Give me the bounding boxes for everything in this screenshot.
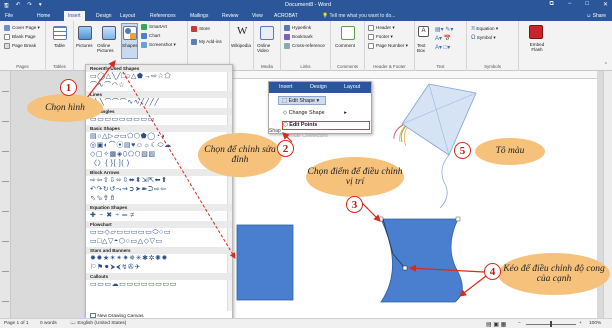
status-bar: Page 1 of 1 0 words 📖 English (United St… <box>0 318 612 328</box>
zoom-level[interactable]: 100% <box>589 321 601 326</box>
equation-shapes-row[interactable]: ✚ − ✖ ÷ ═ ≠ <box>90 211 230 220</box>
stars-row-1[interactable]: ✸✹★✶✴✷✵✳✱✲✺✹ <box>90 254 230 263</box>
drawing-tools-tabs: Insert Design Layout <box>269 82 371 93</box>
lines-row[interactable]: ╲╲╲⌒⌒⌒∿∿╱╱╱╱ <box>90 98 230 107</box>
recent-shapes-row[interactable]: ▭◯△╲╱□○△⬟→⇨☆⬠ <box>90 72 230 81</box>
step-number-4: 4 <box>484 263 501 280</box>
section-callouts: Callouts <box>86 273 232 280</box>
proofing-icon: 📖 <box>70 321 76 326</box>
word-count[interactable]: 0 words <box>40 321 57 326</box>
edit-points-icon: ⬡ <box>283 122 288 128</box>
block-arrows-row-3[interactable]: ⬁⬂⇮⇯ <box>90 194 230 203</box>
section-basic-shapes: Basic Shapes <box>86 125 232 132</box>
zoom-out-button[interactable]: − <box>518 321 521 326</box>
stars-row-2[interactable]: ⚐⚑⚫⮞⮜↯✇✈ <box>90 263 230 272</box>
page-count[interactable]: Page 1 of 1 <box>4 321 29 326</box>
view-buttons[interactable]: ▤ ▣ ▦ <box>486 321 506 328</box>
kite-tail-line <box>439 154 450 209</box>
shapes-gallery: Recently Used Shapes ▭◯△╲╱□○△⬟→⇨☆⬠ ⌒∿⌒◠☆… <box>85 64 233 323</box>
tab-layout-drawing[interactable]: Layout <box>344 84 360 90</box>
block-arrows-row-1[interactable]: ⇨⇦⇧⇩⬄⇳⬌⬍⇲⇱⬅⬆ <box>90 176 230 185</box>
change-shape-item[interactable]: ◇ Change Shape ▸ <box>283 110 347 116</box>
step-number-5: 5 <box>454 142 471 159</box>
callouts-row[interactable]: ▭▭▭☁▭▭▭▭▭▭▭▭ <box>90 280 230 289</box>
flowchart-row-2[interactable]: ▭□△▽◓⬡○▭△◇▽▭ <box>90 237 230 246</box>
flowchart-row-1[interactable]: ▭▭◇▱▭▭▭▭▭⬭○▭ <box>90 228 230 237</box>
step-number-2: 2 <box>277 140 294 157</box>
edit-shape-dropdown[interactable]: ⬚ Edit Shape ▾ <box>278 96 326 105</box>
section-flowchart: Flowchart <box>86 221 232 228</box>
recent-shapes-row-2[interactable]: ⌒∿⌒◠☆ <box>90 81 230 90</box>
zoom-slider-thumb[interactable] <box>550 321 552 327</box>
tab-design-drawing[interactable]: Design <box>310 84 327 90</box>
language-indicator[interactable]: 📖 English (United States) <box>70 321 126 326</box>
shape-styles-label: Shap <box>269 128 281 134</box>
shape-vertex-handle[interactable] <box>455 216 461 222</box>
rectangles-row[interactable]: ▭▭▭▭▭▭▭▭▭ <box>90 115 230 124</box>
kite-ribbon-pink <box>393 124 404 140</box>
section-stars-banners: Stars and Banners <box>86 247 232 254</box>
section-rectangles: Rectangles <box>86 108 232 115</box>
shape-vertex-handle[interactable] <box>378 216 384 222</box>
edited-curved-shape[interactable] <box>380 218 463 303</box>
tab-insert-drawing[interactable]: Insert <box>279 84 292 90</box>
section-lines: Lines <box>86 91 232 98</box>
submenu-arrow-icon: ▸ <box>344 110 347 116</box>
step-number-3: 3 <box>346 196 363 213</box>
change-shape-icon: ◇ <box>283 110 288 116</box>
callout-fill-color: Tô màu <box>475 138 545 165</box>
edit-shape-menu: Insert Design Layout ⬚ Edit Shape ▾ ◇ Ch… <box>268 81 372 139</box>
section-equation-shapes: Equation Shapes <box>86 204 232 211</box>
edit-shape-icon: ⬚ <box>282 98 288 104</box>
zoom-in-button[interactable]: + <box>579 321 582 326</box>
blue-rectangle-shape[interactable] <box>236 224 294 301</box>
block-arrows-row-2[interactable]: ↶↷↻↺⤳⇝➲➤➽⮊⇨⇦ <box>90 185 230 194</box>
callout-drag-curve: Kéo để điều chỉnh độ cong của cạnh <box>498 253 610 295</box>
reroute-connectors-item: Reroute Connectors <box>283 133 328 139</box>
callout-choose-point: Chọn điểm để điều chỉnh vị trí <box>306 157 404 197</box>
edit-points-item[interactable]: ⬡ Edit Points <box>283 122 317 128</box>
section-recently-used: Recently Used Shapes <box>86 65 232 72</box>
bezier-handle[interactable] <box>402 265 408 271</box>
callout-choose-shape: Chọn hình <box>27 94 103 122</box>
step-number-1: 1 <box>60 79 77 96</box>
callout-edit-points: Chọn để chỉnh sửa đỉnh <box>198 133 282 177</box>
